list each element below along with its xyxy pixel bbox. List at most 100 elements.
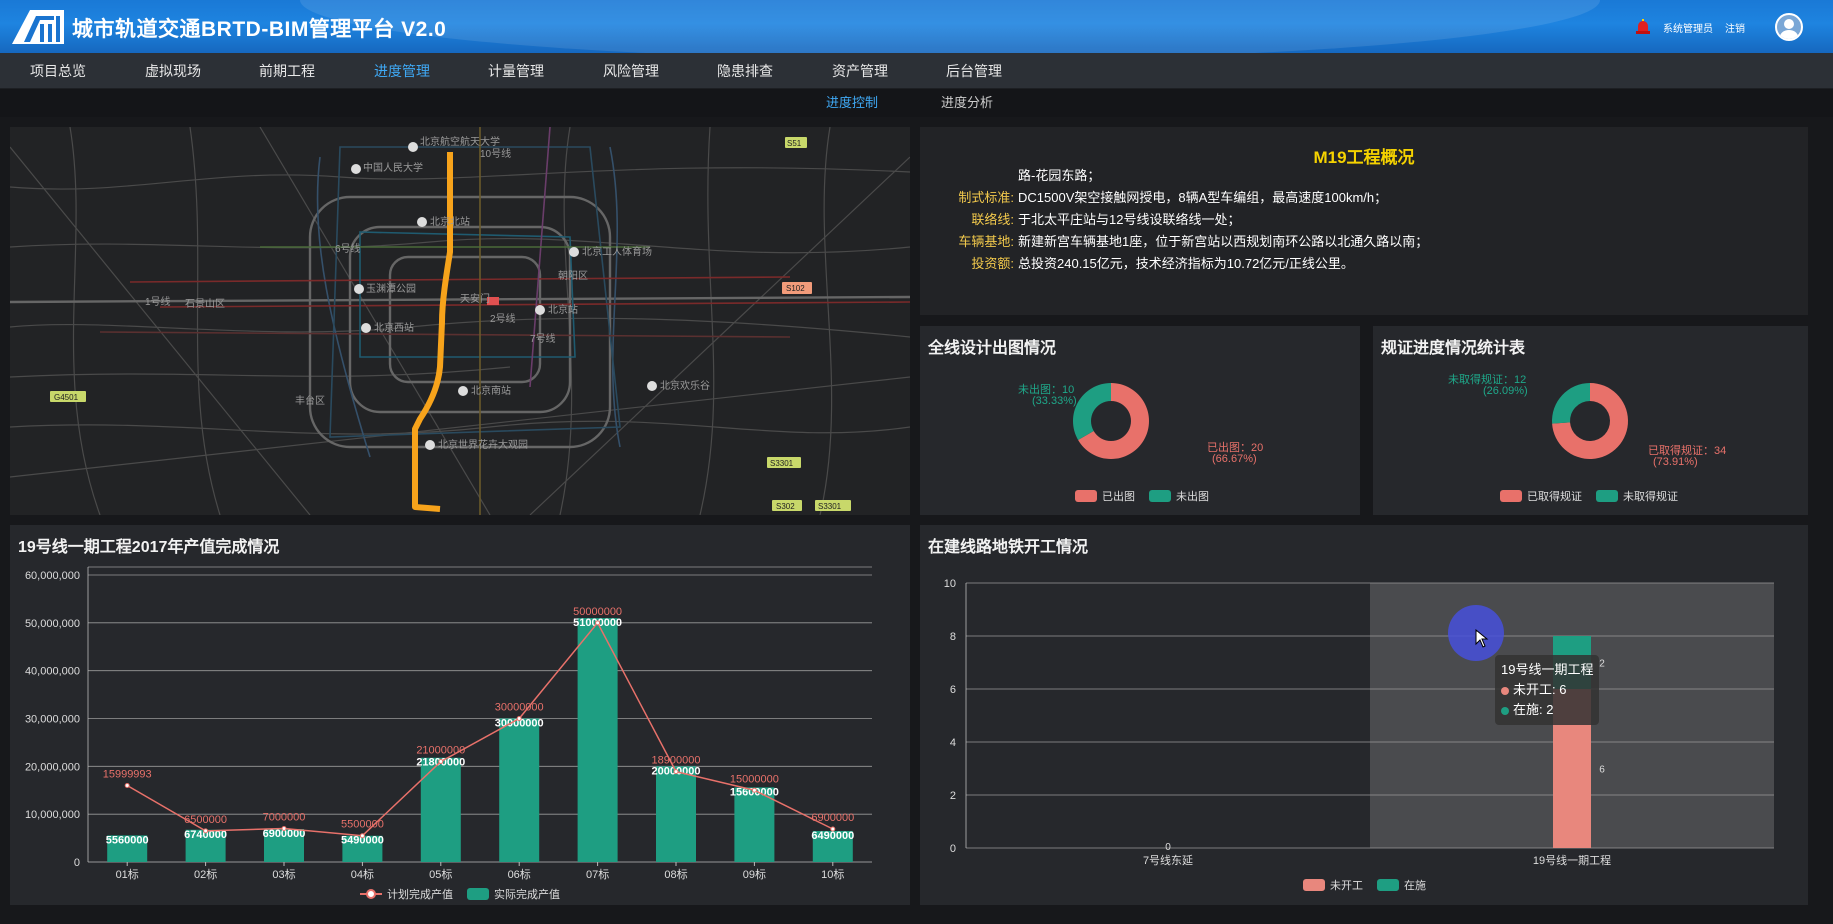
permit-done-pct: (73.91%) xyxy=(1653,456,1698,468)
user-name-link[interactable]: 系统管理员 xyxy=(1663,20,1713,35)
bar-value-label: 0 xyxy=(1165,842,1171,853)
bar-value-label: 2 xyxy=(1599,659,1605,670)
overview-list[interactable]: 路-花园东路； 制式标准: DC1500V架空接触网授电，8辆A型车编组，最高速度… xyxy=(950,165,1780,300)
overview-row: 车辆基地: 新建新宫车辆基地1座，位于新宫站以西规划南环公路以北通久路以南； xyxy=(958,234,1429,249)
x-tick-label: 7号线东延 xyxy=(1143,853,1193,867)
design-todo-pct: (33.33%) xyxy=(1032,395,1077,407)
x-tick-label: 05标 xyxy=(429,867,452,881)
plan-value-label: 50000000 xyxy=(573,606,622,618)
plan-value-label: 30000000 xyxy=(495,702,544,714)
legend-item-todo[interactable]: 未出图 xyxy=(1149,488,1209,504)
design-todo-label: 未出图：10 xyxy=(1018,382,1074,396)
svg-text:北京欢乐谷: 北京欢乐谷 xyxy=(660,379,710,392)
design-drawing-panel: 全线设计出图情况 未出图：10 (33.33%) 已出图：20 (66.67%)… xyxy=(920,326,1360,515)
nav-item-risk[interactable]: 风险管理 xyxy=(603,53,659,89)
plan-point[interactable] xyxy=(359,833,365,839)
y-tick-label: 20,000,000 xyxy=(25,761,80,773)
svg-text:中国人民大学: 中国人民大学 xyxy=(363,161,423,174)
nav-item-virtual-site[interactable]: 虚拟现场 xyxy=(145,53,201,89)
y-tick-label: 4 xyxy=(950,737,956,749)
y-tick-label: 0 xyxy=(74,857,80,869)
svg-text:丰台区: 丰台区 xyxy=(295,394,325,407)
tab-progress-control[interactable]: 进度控制 xyxy=(826,89,878,117)
x-tick-label: 06标 xyxy=(508,867,531,881)
bar-actual[interactable] xyxy=(420,757,461,862)
svg-text:7号线: 7号线 xyxy=(530,332,556,345)
permit-done-label: 已取得规证：34 xyxy=(1648,443,1726,457)
svg-text:6号线: 6号线 xyxy=(335,242,361,255)
svg-text:S102: S102 xyxy=(786,284,805,293)
plan-point[interactable] xyxy=(438,759,444,765)
plan-point[interactable] xyxy=(124,782,130,788)
plan-value-label: 21000000 xyxy=(416,745,465,757)
metro-map[interactable]: 北京航空航天大学 中国人民大学 北京北站 北京工人体育场 玉渊潭公园 天安门 北… xyxy=(10,127,910,515)
project-overview-panel: M19工程概况 路-花园东路； 制式标准: DC1500V架空接触网授电，8辆A型… xyxy=(920,127,1808,315)
bar-actual[interactable] xyxy=(734,787,775,862)
nav-item-overview[interactable]: 项目总览 xyxy=(30,53,86,89)
nav-item-assets[interactable]: 资产管理 xyxy=(832,53,888,89)
map-canvas[interactable]: 北京航空航天大学 中国人民大学 北京北站 北京工人体育场 玉渊潭公园 天安门 北… xyxy=(10,127,910,515)
svg-text:S51: S51 xyxy=(787,139,802,148)
plan-point[interactable] xyxy=(281,826,287,832)
x-tick-label: 10标 xyxy=(821,867,844,881)
app-root: 城市轨道交通BRTD-BIM管理平台 V2.0 系统管理员 注销 项目总览 虚拟… xyxy=(0,0,1833,924)
permit-todo-pct: (26.09%) xyxy=(1483,385,1528,397)
svg-text:北京工人体育场: 北京工人体育场 xyxy=(582,245,652,258)
plan-point[interactable] xyxy=(830,826,836,832)
construction-start-chart: 0 2 4 6 8 10 7号线东延 19号线一期工程 0 6 2 xyxy=(944,578,1774,867)
svg-text:北京南站: 北京南站 xyxy=(471,384,511,397)
plan-point[interactable] xyxy=(203,828,209,834)
plan-point[interactable] xyxy=(595,620,601,626)
bar-actual[interactable] xyxy=(656,766,696,862)
nav-item-admin[interactable]: 后台管理 xyxy=(946,53,1002,89)
tooltip-row-in-progress: 在施: 2 xyxy=(1513,702,1554,717)
platform-logo xyxy=(12,10,64,44)
bar-actual[interactable] xyxy=(499,718,540,863)
plan-value-label: 18900000 xyxy=(652,755,701,767)
x-tick-label: 04标 xyxy=(351,867,374,881)
nav-item-metering[interactable]: 计量管理 xyxy=(488,53,544,89)
nav-item-preliminary[interactable]: 前期工程 xyxy=(259,53,315,89)
svg-text:北京西站: 北京西站 xyxy=(374,321,414,334)
x-tick-label: 09标 xyxy=(743,867,766,881)
logout-link[interactable]: 注销 xyxy=(1725,20,1745,35)
alarm-icon[interactable] xyxy=(1635,19,1651,35)
plan-value-label: 5500000 xyxy=(341,819,384,831)
tab-progress-analysis[interactable]: 进度分析 xyxy=(941,89,993,117)
y-tick-label: 50,000,000 xyxy=(25,618,80,630)
user-avatar-icon[interactable] xyxy=(1775,13,1803,41)
bar-actual[interactable] xyxy=(577,618,618,862)
plan-value-label: 6500000 xyxy=(184,814,227,826)
plan-point[interactable] xyxy=(673,769,679,775)
nav-item-hazard[interactable]: 隐患排查 xyxy=(717,53,773,89)
pie-slice-1[interactable] xyxy=(1552,383,1590,424)
legend-item-plan[interactable]: 计划完成产值 xyxy=(360,886,453,902)
legend-item-permit-todo[interactable]: 未取得规证 xyxy=(1596,488,1678,504)
svg-text:玉渊潭公园: 玉渊潭公园 xyxy=(366,283,416,295)
overview-row: 路-花园东路； xyxy=(1018,168,1101,183)
permit-donut-chart: 未取得规证：12 (26.09%) 已取得规证：34 (73.91%) xyxy=(1448,372,1726,468)
start-legend: 未开工 在施 xyxy=(1303,877,1426,893)
plan-point[interactable] xyxy=(751,787,757,793)
nav-item-progress[interactable]: 进度管理 xyxy=(374,53,430,89)
svg-text:10号线: 10号线 xyxy=(480,147,511,160)
legend-item-not-started[interactable]: 未开工 xyxy=(1303,877,1363,893)
design-legend: 已出图 未出图 xyxy=(1075,488,1209,504)
legend-item-permit-done[interactable]: 已取得规证 xyxy=(1500,488,1582,504)
mouse-cursor-icon xyxy=(1475,629,1489,648)
plan-value-label: 15999993 xyxy=(103,768,152,780)
pie-slice-1[interactable] xyxy=(1073,383,1111,440)
svg-text:北京世界花卉大观园: 北京世界花卉大观园 xyxy=(438,438,528,451)
svg-text:2号线: 2号线 xyxy=(490,312,516,325)
chart-tooltip: 19号线一期工程 未开工: 6 在施: 2 xyxy=(1495,655,1600,725)
construction-start-panel: 在建线路地铁开工情况 0 2 4 6 8 10 7号线东延 19号线一期工程 0 6 2 未开工 在… xyxy=(920,525,1808,905)
svg-text:石景山区: 石景山区 xyxy=(185,298,225,310)
app-title: 城市轨道交通BRTD-BIM管理平台 V2.0 xyxy=(72,18,447,41)
plan-point[interactable] xyxy=(516,716,522,721)
overview-row: 制式标准: DC1500V架空接触网授电，8辆A型车编组，最高速度100km/h； xyxy=(958,190,1388,205)
legend-item-in-progress[interactable]: 在施 xyxy=(1377,877,1426,893)
legend-item-actual[interactable]: 实际完成产值 xyxy=(467,886,560,902)
legend-item-done[interactable]: 已出图 xyxy=(1075,488,1135,504)
y-tick-label: 6 xyxy=(950,684,956,696)
y-tick-label: 8 xyxy=(950,631,956,643)
